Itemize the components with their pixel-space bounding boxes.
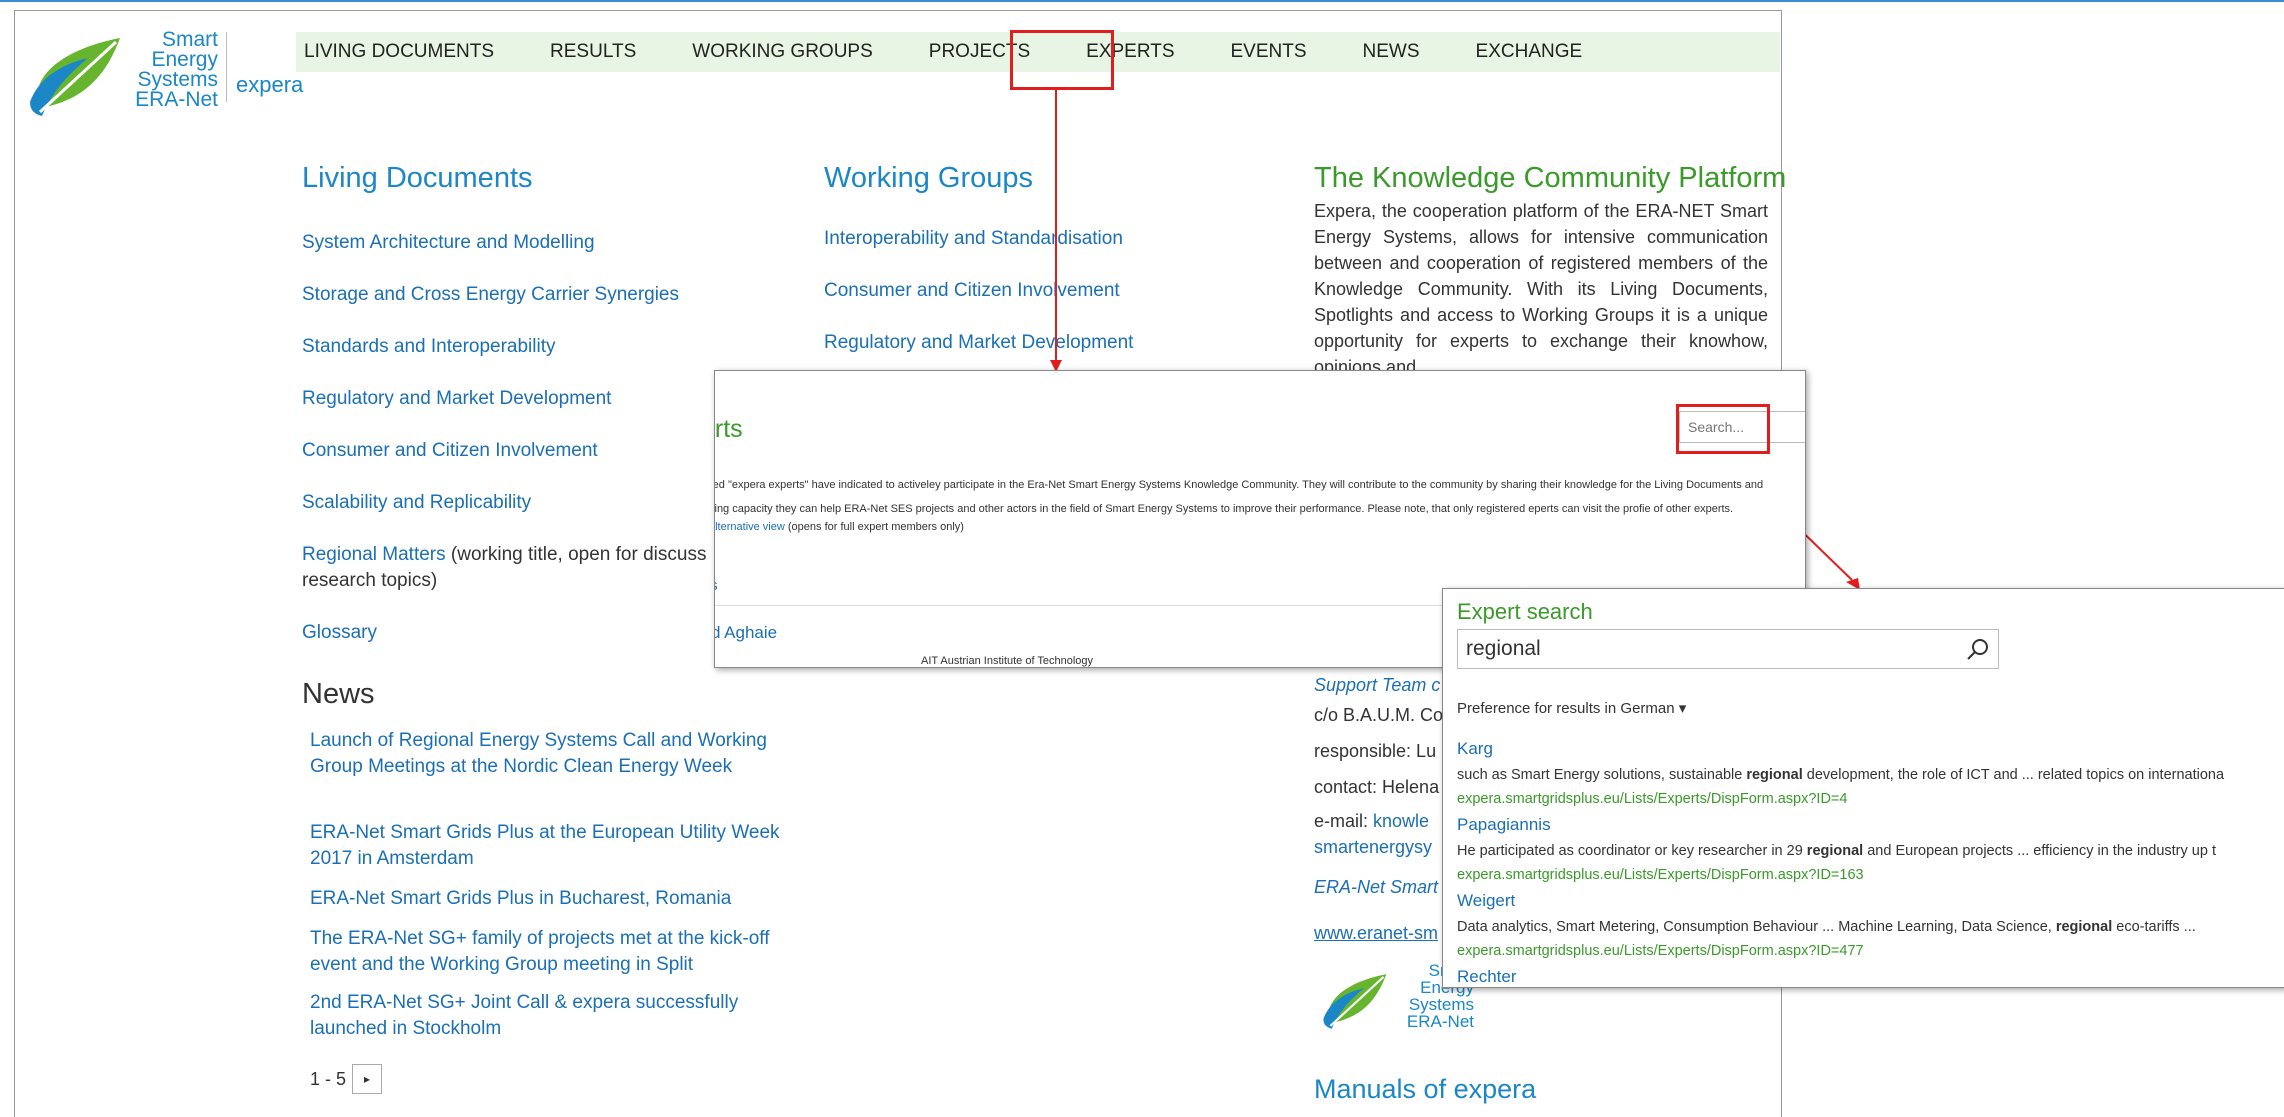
brand-line: Energy xyxy=(151,48,218,71)
snippet-text: He participated as coordinator or key re… xyxy=(1457,843,1807,859)
support-email-link[interactable]: knowle xyxy=(1373,811,1429,831)
snippet-highlight: regional xyxy=(1746,767,1803,783)
nav-news[interactable]: NEWS xyxy=(1363,41,1420,63)
news-item[interactable]: ERA-Net Smart Grids Plus in Bucharest, R… xyxy=(310,886,790,912)
working-group-link[interactable]: Consumer and Citizen Involvement xyxy=(824,278,1120,304)
alternative-view-note: (opens for full expert members only) xyxy=(784,521,964,533)
brand-line: Systems xyxy=(1408,995,1474,1014)
result-url[interactable]: expera.smartgridsplus.eu/Lists/Experts/D… xyxy=(1457,943,1864,959)
news-title: News xyxy=(302,678,375,710)
expert-search-title: Expert search xyxy=(1457,599,1593,624)
experts-description: red "expera experts" have indicated to a… xyxy=(714,473,1805,521)
support-contact: contact: Helena xyxy=(1314,777,1440,797)
expert-search-input[interactable] xyxy=(1457,629,1999,669)
regional-matters-link[interactable]: Regional Matters xyxy=(302,544,446,565)
result-snippet: such as Smart Energy solutions, sustaina… xyxy=(1457,767,2224,783)
nav-results[interactable]: RESULTS xyxy=(550,41,636,63)
snippet-text: such as Smart Energy solutions, sustaina… xyxy=(1457,767,1747,783)
result-title-link[interactable]: Papagiannis xyxy=(1457,815,1551,835)
eranet-url-link[interactable]: www.eranet-sm xyxy=(1314,920,1438,946)
living-documents-title: Living Documents xyxy=(302,162,533,194)
snippet-highlight: regional xyxy=(1806,843,1864,859)
result-url[interactable]: expera.smartgridsplus.eu/Lists/Experts/D… xyxy=(1457,867,1864,883)
manuals-title: Manuals of expera xyxy=(1314,1074,1537,1104)
news-item[interactable]: ERA-Net Smart Grids Plus at the European… xyxy=(310,820,790,872)
news-pager: 1 - 5 ▸ xyxy=(310,1064,383,1094)
brand-name: Smart Energy Systems ERA-Net xyxy=(128,28,218,111)
regional-matters-item: Regional Matters (working title, open fo… xyxy=(302,542,706,568)
living-doc-link[interactable]: Regulatory and Market Development xyxy=(302,386,611,412)
alternative-view-link[interactable]: alternative view xyxy=(715,521,785,533)
snippet-text: and European projects ... efficiency in … xyxy=(1863,843,2216,859)
snippet-text: eco-tariffs ... xyxy=(2112,919,2196,935)
support-email-label: e-mail: xyxy=(1314,811,1374,831)
logo-divider xyxy=(226,32,227,102)
result-title-link[interactable]: Weigert xyxy=(1457,891,1515,911)
platform-title: The Knowledge Community Platform xyxy=(1314,162,1787,194)
living-doc-link[interactable]: Storage and Cross Energy Carrier Synergi… xyxy=(302,282,679,308)
news-item[interactable]: Launch of Regional Energy Systems Call a… xyxy=(310,728,790,780)
experts-list-subtitle: rts xyxy=(715,577,718,594)
description-line: red "expera experts" have indicated to a… xyxy=(714,479,1764,491)
brand-line: Systems xyxy=(137,68,218,91)
product-name: expera xyxy=(236,72,304,97)
search-icon[interactable] xyxy=(1965,637,1991,663)
language-preference-dropdown[interactable]: Preference for results in German ▾ xyxy=(1457,699,1686,717)
support-email: e-mail: knowle xyxy=(1314,808,1429,834)
era-net-link[interactable]: ERA-Net Smart xyxy=(1314,874,1438,900)
working-group-link[interactable]: Interoperability and Standardisation xyxy=(824,226,1123,252)
support-address: c/o B.A.U.M. Co xyxy=(1314,705,1444,725)
brand-line: ERA-Net xyxy=(1406,1012,1474,1031)
pager-next-button[interactable]: ▸ xyxy=(352,1064,383,1094)
description-line: king capacity they can help ERA-Net SES … xyxy=(714,503,1734,515)
result-snippet: Data analytics, Smart Metering, Consumpt… xyxy=(1457,919,2196,935)
result-url[interactable]: expera.smartgridsplus.eu/Lists/Experts/D… xyxy=(1457,791,1847,807)
snippet-text: development, the role of ICT and ... rel… xyxy=(1802,767,2225,783)
regional-matters-note: (working title, open for discuss xyxy=(445,544,707,565)
expert-name-link[interactable]: mid Aghaie xyxy=(715,623,777,643)
support-team-link[interactable]: Support Team c xyxy=(1314,672,1440,698)
regional-matters-note-cont: research topics) xyxy=(302,570,438,591)
alternative-view-row: alternative view (opens for full expert … xyxy=(715,521,964,533)
leaf-logo-icon xyxy=(30,38,120,116)
support-email-link-cont[interactable]: smartenergysy xyxy=(1314,834,1432,860)
search-highlight-box xyxy=(1676,404,1770,454)
news-item[interactable]: 2nd ERA-Net SG+ Joint Call & expera succ… xyxy=(310,990,790,1042)
experts-panel-title: erts xyxy=(714,415,743,443)
brand-line: ERA-Net xyxy=(135,88,218,111)
result-snippet: He participated as coordinator or key re… xyxy=(1457,843,2216,859)
nav-events[interactable]: EVENTS xyxy=(1231,41,1307,63)
support-responsible: responsible: Lu xyxy=(1314,741,1437,761)
top-accent-line xyxy=(0,0,2284,2)
glossary-link[interactable]: Glossary xyxy=(302,620,377,646)
result-title-link[interactable]: Rechter xyxy=(1457,967,1517,987)
living-doc-link[interactable]: System Architecture and Modelling xyxy=(302,230,595,256)
nav-living-documents[interactable]: LIVING DOCUMENTS xyxy=(304,41,494,63)
living-doc-link[interactable]: Consumer and Citizen Involvement xyxy=(302,438,598,464)
experts-highlight-box xyxy=(1010,30,1114,90)
nav-exchange[interactable]: EXCHANGE xyxy=(1476,41,1583,63)
snippet-text: Data analytics, Smart Metering, Consumpt… xyxy=(1457,919,2056,935)
living-doc-link[interactable]: Scalability and Replicability xyxy=(302,490,531,516)
working-group-link[interactable]: Regulatory and Market Development xyxy=(824,330,1133,356)
snippet-highlight: regional xyxy=(2055,919,2113,935)
pager-range: 1 - 5 xyxy=(310,1068,347,1089)
expert-organization: AIT Austrian Institute of Technology xyxy=(921,655,1094,667)
platform-intro: Expera, the cooperation platform of the … xyxy=(1314,201,1768,374)
brand-line: Smart xyxy=(161,28,218,51)
nav-working-groups[interactable]: WORKING GROUPS xyxy=(692,41,873,63)
news-item[interactable]: The ERA-Net SG+ family of projects met a… xyxy=(310,926,790,978)
site-logo[interactable]: Smart Energy Systems ERA-Net expera xyxy=(28,28,303,120)
working-groups-title: Working Groups xyxy=(824,162,1033,194)
living-doc-link[interactable]: Standards and Interoperability xyxy=(302,334,556,360)
result-title-link[interactable]: Karg xyxy=(1457,739,1493,759)
expert-search-popup: Expert search Preference for results in … xyxy=(1442,588,2284,988)
